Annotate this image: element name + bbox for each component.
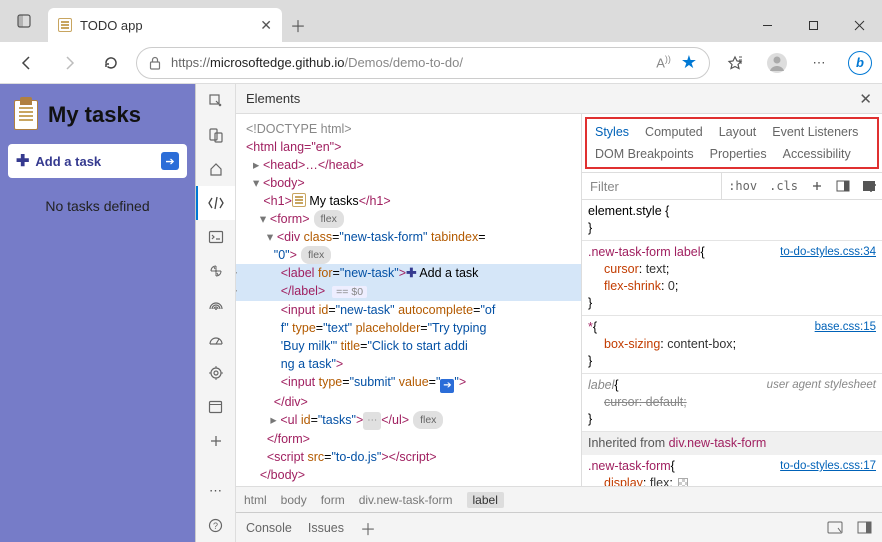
tab-properties[interactable]: Properties [710, 147, 767, 161]
tab-actions-icon[interactable] [0, 0, 48, 42]
help-icon[interactable]: ? [196, 508, 235, 542]
devtools: ⋯ ? Elements ✕ <!DOCTYPE html> <html lan… [195, 84, 882, 542]
lock-icon[interactable] [149, 56, 161, 70]
read-aloud-icon[interactable]: A)) [656, 54, 671, 70]
menu-icon[interactable]: ⋯ [802, 47, 836, 79]
crumb-label[interactable]: label [467, 492, 504, 508]
styles-tabs-highlight: Styles Computed Layout Event Listeners D… [585, 117, 879, 169]
new-rule-icon[interactable] [804, 173, 830, 199]
tab-title: TODO app [80, 18, 252, 33]
breadcrumbs[interactable]: html body form div.new-task-form label [236, 486, 882, 512]
more-tools-icon[interactable]: ⋯ [196, 474, 235, 508]
styles-filter-input[interactable]: Filter [582, 173, 722, 199]
favorites-icon[interactable] [718, 47, 752, 79]
hov-button[interactable]: :hov [722, 173, 763, 199]
drawer-console[interactable]: Console [246, 521, 292, 535]
devtools-close-icon[interactable]: ✕ [859, 90, 872, 108]
drawer-settings-icon[interactable] [857, 521, 872, 534]
elements-icon[interactable] [196, 186, 235, 220]
computed-sidebar-icon[interactable] [830, 173, 856, 199]
bing-chat-icon[interactable]: b [848, 51, 872, 75]
drawer-add-icon[interactable]: ＋ [360, 516, 376, 540]
performance-icon[interactable] [196, 322, 235, 356]
tab-layout[interactable]: Layout [719, 125, 757, 139]
inspect-icon[interactable] [196, 84, 235, 118]
device-icon[interactable] [196, 118, 235, 152]
crumb-body[interactable]: body [281, 493, 307, 507]
tab-styles[interactable]: Styles [595, 125, 629, 139]
browser-toolbar: https://microsoftedge.github.io/Demos/de… [0, 42, 882, 84]
crumb-div[interactable]: div.new-task-form [359, 493, 453, 507]
crumb-html[interactable]: html [244, 493, 267, 507]
css-rules[interactable]: element.style { } .new-task-form label {… [582, 200, 882, 486]
memory-icon[interactable] [196, 356, 235, 390]
tab-dom-breakpoints[interactable]: DOM Breakpoints [595, 147, 694, 161]
window-minimize-button[interactable] [744, 8, 790, 42]
welcome-icon[interactable] [196, 152, 235, 186]
dom-tree[interactable]: <!DOCTYPE html> <html lang="en"> ▸<head>… [236, 114, 581, 486]
styles-filter-bar: Filter :hov .cls [582, 172, 882, 200]
console-icon[interactable] [196, 220, 235, 254]
drawer-issues[interactable]: Issues [308, 521, 344, 535]
devtools-activity-bar: ⋯ ? [196, 84, 236, 542]
cls-button[interactable]: .cls [763, 173, 804, 199]
webpage: My tasks ✚ Add a task ➔ No tasks defined [0, 84, 195, 542]
svg-text:?: ? [213, 521, 218, 531]
panel-title: Elements [246, 91, 300, 106]
tab-accessibility[interactable]: Accessibility [783, 147, 851, 161]
favorite-icon[interactable]: ★ [681, 52, 697, 73]
plus-icon: ✚ [16, 151, 29, 171]
add-task-bar[interactable]: ✚ Add a task ➔ [8, 144, 187, 178]
rendering-icon[interactable] [856, 173, 882, 199]
window-close-button[interactable] [836, 8, 882, 42]
browser-tab[interactable]: TODO app ✕ [48, 8, 282, 42]
tab-close-icon[interactable]: ✕ [260, 17, 272, 34]
tab-computed[interactable]: Computed [645, 125, 703, 139]
drawer-issues-icon[interactable] [827, 521, 843, 534]
forward-button [52, 47, 86, 79]
tab-favicon-icon [58, 18, 72, 32]
flex-swatch-icon[interactable] [678, 478, 688, 486]
refresh-button[interactable] [94, 47, 128, 79]
add-tool-icon[interactable] [196, 424, 235, 458]
url-text: https://microsoftedge.github.io/Demos/de… [171, 55, 463, 70]
address-bar[interactable]: https://microsoftedge.github.io/Demos/de… [136, 47, 710, 79]
network-icon[interactable] [196, 288, 235, 322]
sources-icon[interactable] [196, 254, 235, 288]
add-task-label: Add a task [35, 154, 101, 169]
page-title: My tasks [48, 102, 141, 128]
tab-event-listeners[interactable]: Event Listeners [772, 125, 858, 139]
clipboard-icon [14, 100, 38, 130]
browser-titlebar: TODO app ✕ ＋ [0, 0, 882, 42]
profile-icon[interactable] [760, 47, 794, 79]
devtools-drawer: Console Issues ＋ [236, 512, 882, 542]
crumb-form[interactable]: form [321, 493, 345, 507]
styles-pane: Styles Computed Layout Event Listeners D… [581, 114, 882, 486]
back-button[interactable] [10, 47, 44, 79]
submit-task-button[interactable]: ➔ [161, 152, 179, 170]
application-icon[interactable] [196, 390, 235, 424]
new-tab-button[interactable]: ＋ [282, 8, 314, 42]
window-maximize-button[interactable] [790, 8, 836, 42]
devtools-panel-header: Elements ✕ [236, 84, 882, 114]
empty-state: No tasks defined [8, 198, 187, 214]
